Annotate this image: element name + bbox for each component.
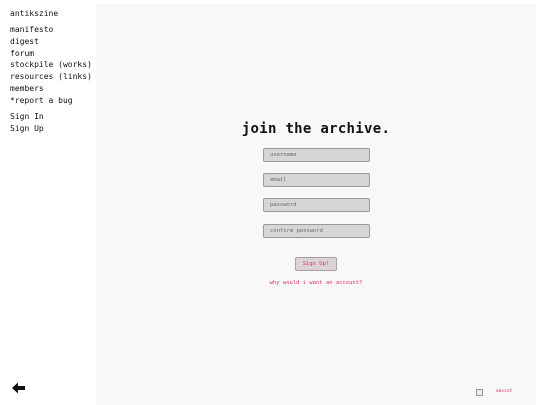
broken-image-icon	[476, 389, 483, 396]
nav-menu: manifesto digest forum stockpile (works)…	[10, 24, 92, 107]
auth-menu: Sign In Sign Up	[10, 111, 44, 135]
username-field[interactable]	[263, 148, 370, 162]
arrow-left-icon[interactable]	[12, 381, 26, 395]
email-field[interactable]	[263, 173, 370, 187]
confirm-password-field[interactable]	[263, 224, 370, 238]
sign-up-link[interactable]: Sign Up	[10, 123, 44, 135]
nav-item-stockpile[interactable]: stockpile (works)	[10, 59, 92, 71]
nav-item-members[interactable]: members	[10, 83, 92, 95]
mascot-image-alt: mascot	[496, 389, 513, 394]
site-title[interactable]: antikszine	[10, 9, 58, 19]
page-title: join the archive.	[241, 121, 391, 137]
nav-item-resources[interactable]: resources (links)	[10, 71, 92, 83]
nav-item-digest[interactable]: digest	[10, 36, 92, 48]
sidebar: antikszine manifesto digest forum stockp…	[0, 0, 96, 405]
sign-up-button[interactable]: Sign Up!	[295, 257, 337, 271]
password-field[interactable]	[263, 198, 370, 212]
nav-item-forum[interactable]: forum	[10, 48, 92, 60]
sign-in-link[interactable]: Sign In	[10, 111, 44, 123]
nav-item-report-bug[interactable]: *report a bug	[10, 95, 92, 107]
why-account-link[interactable]: why would i want an account?	[96, 280, 536, 286]
nav-item-manifesto[interactable]: manifesto	[10, 24, 92, 36]
signup-panel: join the archive. Sign Up! why would i w…	[96, 4, 536, 405]
